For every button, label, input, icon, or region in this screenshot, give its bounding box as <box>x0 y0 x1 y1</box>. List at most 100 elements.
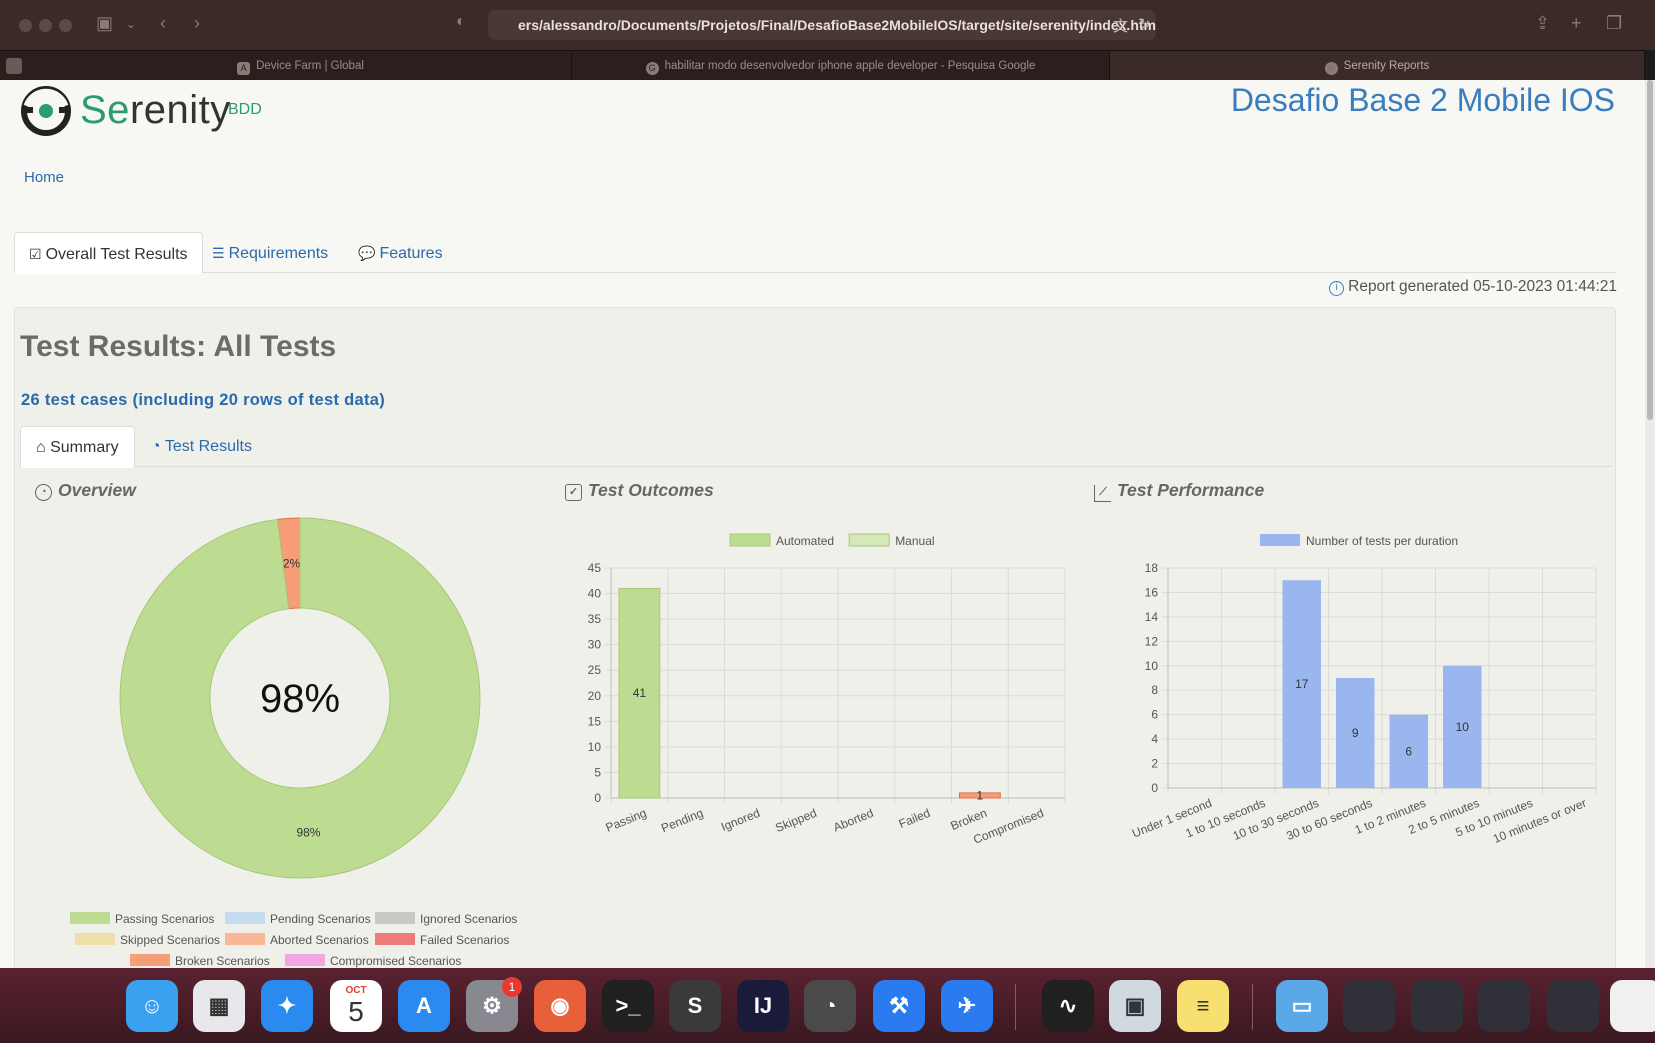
calendar-day: 5 <box>348 996 364 1027</box>
preview-icon[interactable]: ▣ <box>1109 980 1161 1032</box>
home-icon: ⌂ <box>36 439 51 456</box>
y-tick-label: 15 <box>588 714 602 728</box>
legend-swatch <box>729 533 771 547</box>
legend-swatch <box>1260 534 1300 546</box>
breadcrumb-home-link[interactable]: Home <box>24 169 64 186</box>
legend-label[interactable]: Failed Scenarios <box>420 933 509 947</box>
legend-label[interactable]: Pending Scenarios <box>270 912 371 926</box>
legend-label[interactable]: Compromised Scenarios <box>330 954 461 968</box>
legend-label[interactable]: Automated <box>776 534 834 548</box>
logo-badge: BDD <box>228 101 262 118</box>
privacy-shield-icon[interactable]: ◐ <box>456 13 466 31</box>
device-farm-favicon: A <box>237 62 251 75</box>
y-tick-label: 8 <box>1151 683 1158 697</box>
x-tick-label: Ignored <box>719 806 762 834</box>
legend-swatch <box>70 912 110 924</box>
y-tick-label: 45 <box>588 561 602 575</box>
safari-icon[interactable]: ✦ <box>261 980 313 1032</box>
reload-icon[interactable]: ↻ <box>1138 15 1151 33</box>
activity-monitor-icon[interactable]: ∿ <box>1042 980 1094 1032</box>
y-tick-label: 10 <box>1145 659 1159 673</box>
report-generated-text: Report generated 05-10-2023 01:44:21 <box>1348 278 1617 295</box>
legend-label[interactable]: Manual <box>895 534 934 548</box>
tab-label: Features <box>379 245 443 262</box>
report-page: Serenity BDD Desafio Base 2 Mobile IOS H… <box>0 80 1645 968</box>
serenity-logo-text: Serenity <box>80 88 231 133</box>
simulator-icon[interactable]: ✈ <box>941 980 993 1032</box>
section-title-text: Test Performance <box>1117 480 1265 500</box>
test-outcomes-chart: 0 5 10 15 20 25 30 35 40 45 Passing Pending Ignored S… <box>588 533 1066 847</box>
xcode-icon[interactable]: ⚒ <box>873 980 925 1032</box>
sidebar-toggle-icon[interactable]: ▣ <box>96 13 113 34</box>
minimized-window-3[interactable] <box>1478 980 1530 1032</box>
tab-overview-icon[interactable]: ❐ <box>1606 13 1622 34</box>
bar-data-label: 41 <box>633 686 647 700</box>
tab-test-results[interactable]: ◔ Test Results <box>136 426 267 468</box>
tab-google-search[interactable]: Ghabilitar modo desenvolvedor iphone app… <box>572 51 1110 81</box>
legend-label[interactable]: Ignored Scenarios <box>420 912 517 926</box>
pie-chart-icon: ◔ <box>35 484 52 501</box>
test-outcomes-title: ✓ Test Outcomes <box>565 480 714 501</box>
back-arrow-icon[interactable]: ‹ <box>160 13 166 34</box>
calendar-icon[interactable]: OCT 5 <box>330 980 382 1032</box>
minimized-window-2[interactable] <box>1411 980 1463 1032</box>
scrollbar-thumb[interactable] <box>1647 80 1653 420</box>
legend-label[interactable]: Skipped Scenarios <box>120 933 220 947</box>
app-store-icon[interactable]: A <box>398 980 450 1032</box>
line-chart-icon: ⟋ <box>1094 485 1111 502</box>
x-tick-label: Pending <box>659 806 705 835</box>
logo-text-suffix: renity <box>129 88 231 132</box>
legend-label[interactable]: Passing Scenarios <box>115 912 214 926</box>
forward-arrow-icon[interactable]: › <box>194 13 200 34</box>
legend-label[interactable]: Number of tests per duration <box>1306 534 1458 548</box>
test-performance-chart: 024681012141618Under 1 second1 to 10 sec… <box>1130 534 1597 846</box>
finder-icon[interactable]: ☺ <box>126 980 178 1032</box>
logo-text-prefix: Se <box>80 88 130 132</box>
y-tick-label: 18 <box>1145 561 1159 575</box>
x-tick-label: Skipped <box>773 806 818 835</box>
minimized-window-4[interactable] <box>1547 980 1599 1032</box>
y-tick-label: 14 <box>1145 610 1159 624</box>
tab-label: Requirements <box>228 245 329 262</box>
chevron-down-icon[interactable]: ⌄ <box>126 17 136 31</box>
section-title-text: Overview <box>58 480 136 500</box>
instruments-icon[interactable]: ◔ <box>804 980 856 1032</box>
zoom-window-button[interactable] <box>59 19 72 32</box>
y-tick-label: 0 <box>1151 781 1158 795</box>
y-tick-label: 10 <box>588 740 602 754</box>
terminal-icon[interactable]: >_ <box>602 980 654 1032</box>
legend-label[interactable]: Broken Scenarios <box>175 954 270 968</box>
address-bar[interactable]: ers/alessandro/Documents/Projetos/Final/… <box>488 10 1156 40</box>
tab-features[interactable]: 💬 Features <box>344 232 457 274</box>
minimized-window-1[interactable] <box>1343 980 1395 1032</box>
tab-device-farm[interactable]: A Device Farm | Global <box>30 51 572 81</box>
legend-label[interactable]: Aborted Scenarios <box>270 933 369 947</box>
minimize-window-button[interactable] <box>39 19 52 32</box>
tab-serenity-reports[interactable]: ◌ Serenity Reports <box>1110 51 1645 81</box>
tab-requirements[interactable]: ☰ Requirements <box>198 232 342 274</box>
close-window-button[interactable] <box>19 19 32 32</box>
new-tab-icon[interactable]: + <box>1571 13 1582 34</box>
intellij-icon[interactable]: IJ <box>737 980 789 1032</box>
tab-label: Serenity Reports <box>1343 60 1430 72</box>
main-tabs: ☑ Overall Test Results ☰ Requirements 💬 Fea… <box>14 232 1616 274</box>
tab-overall-test-results[interactable]: ☑ Overall Test Results <box>14 232 203 274</box>
notes-icon[interactable]: ≡ <box>1177 980 1229 1032</box>
comment-icon: 💬 <box>358 245 376 261</box>
page-scrollbar[interactable] <box>1645 80 1655 968</box>
y-tick-label: 25 <box>588 663 602 677</box>
github-pinned-tab-icon[interactable] <box>6 58 22 74</box>
translate-icon[interactable]: 文 <box>1113 15 1128 36</box>
sublime-text-icon[interactable]: S <box>669 980 721 1032</box>
firefox-icon[interactable]: ◉ <box>534 980 586 1032</box>
downloads-folder-icon[interactable]: ▭ <box>1276 980 1328 1032</box>
calendar-month: OCT <box>345 985 367 996</box>
launchpad-icon[interactable]: ▦ <box>193 980 245 1032</box>
share-icon[interactable]: ⇪ <box>1535 13 1550 34</box>
info-icon: i <box>1329 281 1345 296</box>
tab-summary[interactable]: ⌂ Summary <box>20 426 135 468</box>
serenity-favicon: ◌ <box>1324 62 1338 75</box>
dock-separator <box>1252 984 1253 1030</box>
project-title: Desafio Base 2 Mobile IOS <box>1230 82 1615 118</box>
minimized-window-5[interactable] <box>1610 980 1655 1032</box>
